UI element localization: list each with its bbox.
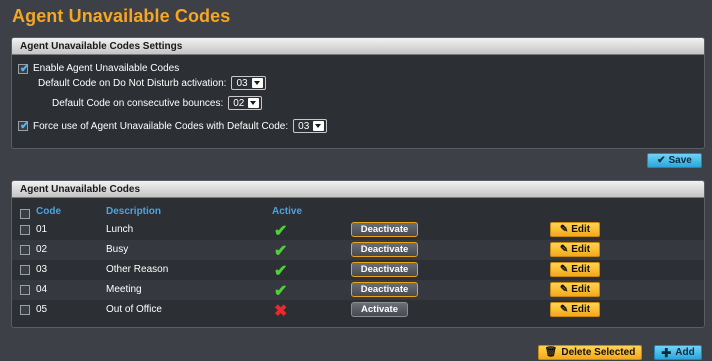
- force-codes-row: ✔ Force use of Agent Unavailable Codes w…: [18, 119, 328, 133]
- row-checkbox[interactable]: [20, 225, 30, 235]
- chevron-down-icon: [248, 98, 260, 108]
- check-icon: ✔: [274, 283, 288, 300]
- checkmark-icon: ✔: [20, 62, 30, 75]
- dnd-code-value: 03: [236, 77, 248, 89]
- row-code: 05: [36, 304, 48, 315]
- table-row: 01 Lunch ✔ Deactivate ✎ Edit: [12, 220, 704, 240]
- edit-button[interactable]: ✎ Edit: [550, 282, 600, 297]
- dnd-code-label: Default Code on Do Not Disturb activatio…: [38, 77, 227, 89]
- edit-button[interactable]: ✎ Edit: [550, 242, 600, 257]
- dnd-code-row: Default Code on Do Not Disturb activatio…: [38, 76, 266, 90]
- check-icon: ✔: [657, 155, 666, 166]
- row-checkbox[interactable]: [20, 285, 30, 295]
- force-code-value: 03: [298, 120, 310, 132]
- add-button[interactable]: ✚ Add: [654, 345, 702, 360]
- row-description: Meeting: [106, 284, 142, 295]
- enable-codes-row: ✔ Enable Agent Unavailable Codes: [18, 62, 180, 75]
- settings-panel-header: Agent Unavailable Codes Settings: [12, 38, 704, 55]
- pencil-icon: ✎: [559, 244, 569, 255]
- row-checkbox[interactable]: [20, 245, 30, 255]
- pencil-icon: ✎: [559, 304, 569, 315]
- codes-panel-header: Agent Unavailable Codes: [12, 181, 704, 198]
- pencil-icon: ✎: [559, 264, 569, 275]
- table-row: 05 Out of Office ✖ Activate ✎ Edit: [12, 300, 704, 320]
- checkmark-icon: ✔: [20, 120, 30, 132]
- edit-button-label: Edit: [571, 264, 591, 275]
- enable-codes-checkbox[interactable]: ✔: [18, 62, 30, 75]
- chevron-down-icon: [313, 121, 325, 131]
- column-header-description[interactable]: Description: [106, 206, 161, 217]
- edit-button[interactable]: ✎ Edit: [550, 262, 600, 277]
- row-checkbox[interactable]: [20, 305, 30, 315]
- x-icon: ✖: [274, 303, 288, 320]
- row-code: 02: [36, 244, 48, 255]
- edit-button[interactable]: ✎ Edit: [550, 302, 600, 317]
- bounces-code-value: 02: [233, 97, 245, 109]
- table-row: 03 Other Reason ✔ Deactivate ✎ Edit: [12, 260, 704, 280]
- dnd-code-select[interactable]: 03: [231, 76, 266, 90]
- pencil-icon: ✎: [559, 284, 569, 295]
- row-description: Out of Office: [106, 304, 162, 315]
- bounces-code-select[interactable]: 02: [228, 96, 263, 110]
- row-code: 01: [36, 224, 48, 235]
- bounces-code-label: Default Code on consecutive bounces:: [52, 97, 224, 109]
- trash-icon: 🗑: [544, 347, 558, 358]
- row-description: Busy: [106, 244, 129, 255]
- row-description: Lunch: [106, 224, 134, 235]
- chevron-down-icon: [251, 78, 263, 88]
- force-codes-checkbox[interactable]: ✔: [18, 120, 30, 132]
- deactivate-button[interactable]: Deactivate: [351, 262, 418, 277]
- check-icon: ✔: [274, 263, 288, 280]
- row-code: 04: [36, 284, 48, 295]
- force-code-select[interactable]: 03: [293, 119, 328, 133]
- table-row: 02 Busy ✔ Deactivate ✎ Edit: [12, 240, 704, 260]
- deactivate-button[interactable]: Deactivate: [351, 222, 418, 237]
- row-checkbox[interactable]: [20, 265, 30, 275]
- force-codes-label: Force use of Agent Unavailable Codes wit…: [33, 120, 289, 132]
- row-description: Other Reason: [106, 264, 169, 275]
- page-title: Agent Unavailable Codes: [12, 6, 231, 26]
- select-all-checkbox[interactable]: [20, 209, 30, 219]
- pencil-icon: ✎: [559, 224, 569, 235]
- edit-button-label: Edit: [571, 244, 591, 255]
- edit-button[interactable]: ✎ Edit: [550, 222, 600, 237]
- table-row: 04 Meeting ✔ Deactivate ✎ Edit: [12, 280, 704, 300]
- edit-button-label: Edit: [571, 224, 591, 235]
- edit-button-label: Edit: [571, 304, 591, 315]
- delete-selected-label: Delete Selected: [561, 347, 636, 358]
- deactivate-button[interactable]: Deactivate: [351, 282, 418, 297]
- check-icon: ✔: [274, 223, 288, 240]
- row-code: 03: [36, 264, 48, 275]
- check-icon: ✔: [274, 243, 288, 260]
- save-button-label: Save: [668, 155, 692, 166]
- save-button[interactable]: ✔ Save: [647, 153, 702, 168]
- add-button-label: Add: [675, 347, 695, 358]
- activate-button[interactable]: Activate: [351, 302, 408, 317]
- column-header-active[interactable]: Active: [272, 206, 302, 217]
- plus-icon: ✚: [661, 345, 672, 360]
- bounces-code-row: Default Code on consecutive bounces: 02: [52, 96, 263, 110]
- delete-selected-button[interactable]: 🗑 Delete Selected: [538, 345, 642, 360]
- column-header-code[interactable]: Code: [36, 206, 61, 217]
- edit-button-label: Edit: [571, 284, 591, 295]
- enable-codes-label: Enable Agent Unavailable Codes: [33, 63, 180, 74]
- deactivate-button[interactable]: Deactivate: [351, 242, 418, 257]
